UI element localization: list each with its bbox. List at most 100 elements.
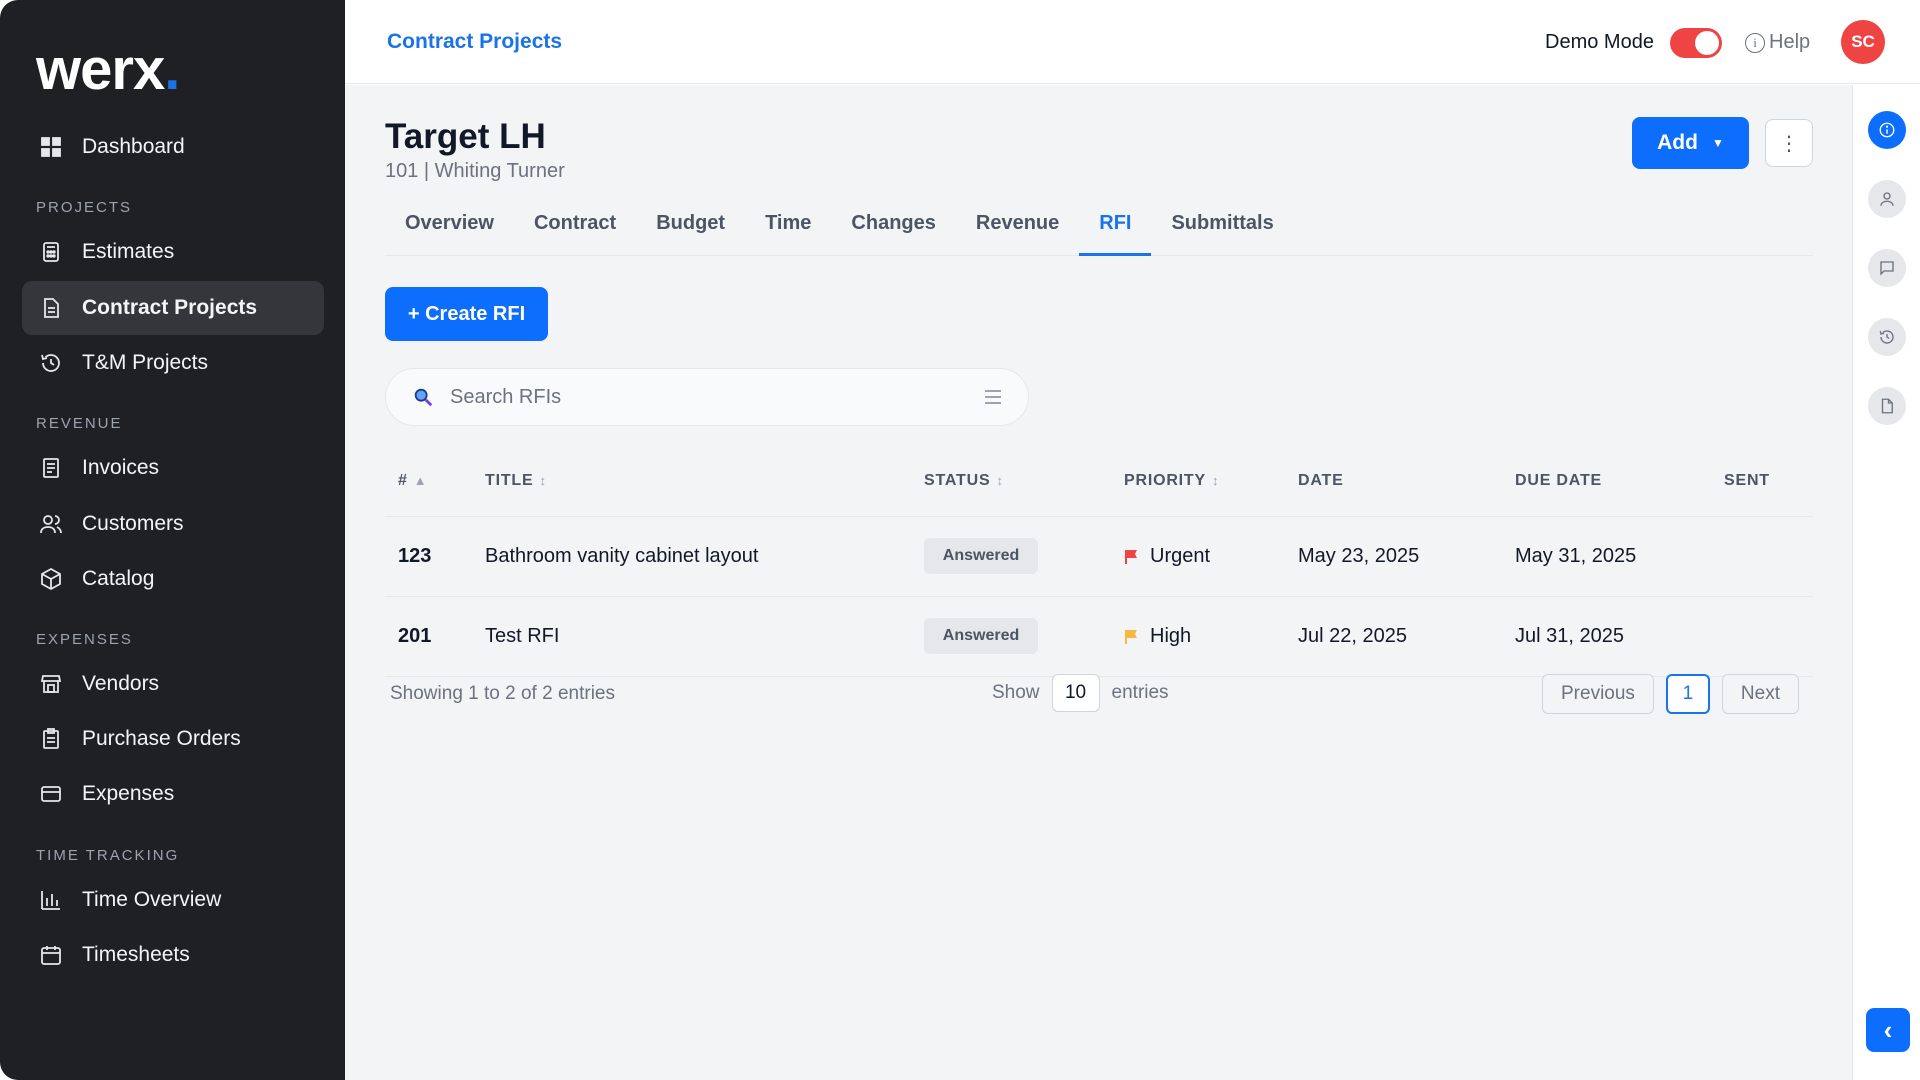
create-rfi-button[interactable]: + Create RFI (385, 287, 548, 341)
sidebar-item-label: Invoices (82, 456, 160, 479)
info-panel-button[interactable] (1868, 111, 1906, 149)
tab-contract[interactable]: Contract (514, 200, 636, 256)
tab-changes[interactable]: Changes (831, 200, 955, 256)
sidebar-item-label: Timesheets (82, 943, 190, 966)
more-options-button[interactable]: ⋮ (1765, 119, 1813, 167)
priority-label: High (1150, 625, 1192, 647)
sidebar-item-contract-projects[interactable]: Contract Projects (22, 281, 324, 335)
breadcrumb[interactable]: Contract Projects (387, 30, 562, 54)
history-icon (1879, 330, 1894, 344)
info-icon: i (1745, 32, 1765, 53)
sidebar-item-label: Purchase Orders (82, 727, 241, 750)
page-subtitle: 101 | Whiting Turner (385, 160, 565, 182)
sort-icon: ↕ (1211, 473, 1220, 488)
show-label: Show (992, 682, 1040, 703)
users-icon (38, 511, 64, 537)
filter-icon[interactable] (982, 390, 1004, 404)
tab-time[interactable]: Time (745, 200, 831, 256)
tab-submittals[interactable]: Submittals (1151, 200, 1293, 256)
sidebar-item-label: Expenses (82, 782, 175, 805)
rfi-due-date: Jul 31, 2025 (1515, 625, 1624, 647)
table-header: # ▲ TITLE ↕ STATUS ↕ PRIORITY ↕ DATE DUE DAT… (385, 445, 1813, 517)
clipboard-icon (38, 726, 64, 752)
previous-page-button[interactable]: Previous (1542, 674, 1654, 714)
priority-label: Urgent (1150, 545, 1211, 567)
sidebar-item-time-overview[interactable]: Time Overview (22, 873, 324, 927)
table-row[interactable]: 201 Test RFI Answered High Jul 22, 2025 … (385, 597, 1813, 677)
history-panel-button[interactable] (1868, 318, 1906, 356)
priority-cell: Urgent (1124, 545, 1210, 568)
sidebar-item-catalog[interactable]: Catalog (22, 552, 324, 606)
col-sent: SENT (1724, 472, 1770, 489)
contacts-panel-button[interactable] (1868, 180, 1906, 218)
info-icon (1879, 122, 1895, 138)
rfi-due-date: May 31, 2025 (1515, 545, 1637, 567)
rfi-table: # ▲ TITLE ↕ STATUS ↕ PRIORITY ↕ DATE DUE DAT… (385, 445, 1813, 677)
main-content: Target LH 101 | Whiting Turner Add ▼ ⋮ Ov… (345, 85, 1852, 1080)
sidebar-item-customers[interactable]: Customers (22, 497, 324, 551)
next-page-button[interactable]: Next (1721, 674, 1799, 714)
sort-asc-icon: ▲ (413, 473, 428, 488)
toggle-knob (1695, 31, 1719, 55)
collapse-rail-button[interactable]: ‹ (1866, 1008, 1910, 1052)
invoice-icon (38, 455, 64, 481)
right-rail: ‹ (1852, 85, 1920, 1080)
sidebar-item-expenses[interactable]: Expenses (22, 767, 324, 821)
documents-panel-button[interactable] (1868, 387, 1906, 425)
tab-revenue[interactable]: Revenue (956, 200, 1079, 256)
col-status[interactable]: STATUS ↕ (924, 472, 1004, 490)
chat-icon (1880, 261, 1894, 276)
werx-logo[interactable]: werx. (36, 36, 180, 103)
priority-cell: High (1124, 625, 1191, 648)
sidebar-item-label: Catalog (82, 567, 155, 590)
rfi-number: 201 (398, 625, 432, 647)
sidebar-item-label: Vendors (82, 672, 160, 695)
sidebar-item-label: T&M Projects (82, 351, 209, 374)
col-date: DATE (1298, 472, 1344, 489)
tab-overview[interactable]: Overview (385, 200, 514, 256)
file-icon (1881, 398, 1893, 414)
nav-section-expenses: EXPENSES (36, 631, 133, 648)
page-size-select[interactable]: 10 (1051, 674, 1100, 712)
sidebar-item-purchase-orders[interactable]: Purchase Orders (22, 712, 324, 766)
col-number[interactable]: # ▲ (398, 472, 427, 490)
tab-rfi[interactable]: RFI (1079, 200, 1152, 256)
col-priority[interactable]: PRIORITY ↕ (1124, 472, 1219, 490)
table-row[interactable]: 123 Bathroom vanity cabinet layout Answe… (385, 517, 1813, 597)
sidebar-item-label: Customers (82, 512, 184, 535)
card-icon (38, 781, 64, 807)
demo-mode-toggle[interactable] (1670, 28, 1722, 58)
add-button[interactable]: Add ▼ (1632, 117, 1749, 169)
user-icon (1880, 192, 1894, 206)
box-icon (38, 566, 64, 592)
rfi-number: 123 (398, 545, 432, 567)
page-title: Target LH (385, 117, 546, 156)
history-icon (38, 350, 64, 376)
help-label: Help (1769, 31, 1811, 53)
sidebar-item-estimates[interactable]: Estimates (22, 225, 324, 279)
page-size-control: Show 10 entries (992, 674, 1169, 712)
page-1-button[interactable]: 1 (1665, 674, 1710, 714)
avatar[interactable]: SC (1841, 20, 1885, 64)
entries-label: entries (1111, 682, 1169, 703)
vertical-dots-icon: ⋮ (1779, 132, 1799, 155)
sidebar-item-label: Estimates (82, 240, 175, 263)
comments-panel-button[interactable] (1868, 249, 1906, 287)
rfi-title: Test RFI (485, 625, 560, 647)
sidebar-item-invoices[interactable]: Invoices (22, 441, 324, 495)
add-button-label: Add (1657, 131, 1698, 154)
help-link[interactable]: i Help (1745, 31, 1810, 54)
sidebar-item-tm-projects[interactable]: T&M Projects (22, 336, 324, 390)
search-input[interactable] (450, 385, 982, 409)
search-icon (414, 388, 433, 407)
col-title[interactable]: TITLE ↕ (485, 472, 547, 490)
sidebar-item-vendors[interactable]: Vendors (22, 657, 324, 711)
sidebar: werx. Dashboard PROJECTS Estimates Contr… (0, 0, 345, 1080)
demo-mode-label: Demo Mode (1545, 31, 1654, 53)
sidebar-item-label: Time Overview (82, 888, 222, 911)
nav-section-projects: PROJECTS (36, 199, 133, 216)
sidebar-item-timesheets[interactable]: Timesheets (22, 928, 324, 982)
calculator-icon (38, 239, 64, 265)
sidebar-item-dashboard[interactable]: Dashboard (22, 120, 324, 174)
tab-budget[interactable]: Budget (636, 200, 745, 256)
